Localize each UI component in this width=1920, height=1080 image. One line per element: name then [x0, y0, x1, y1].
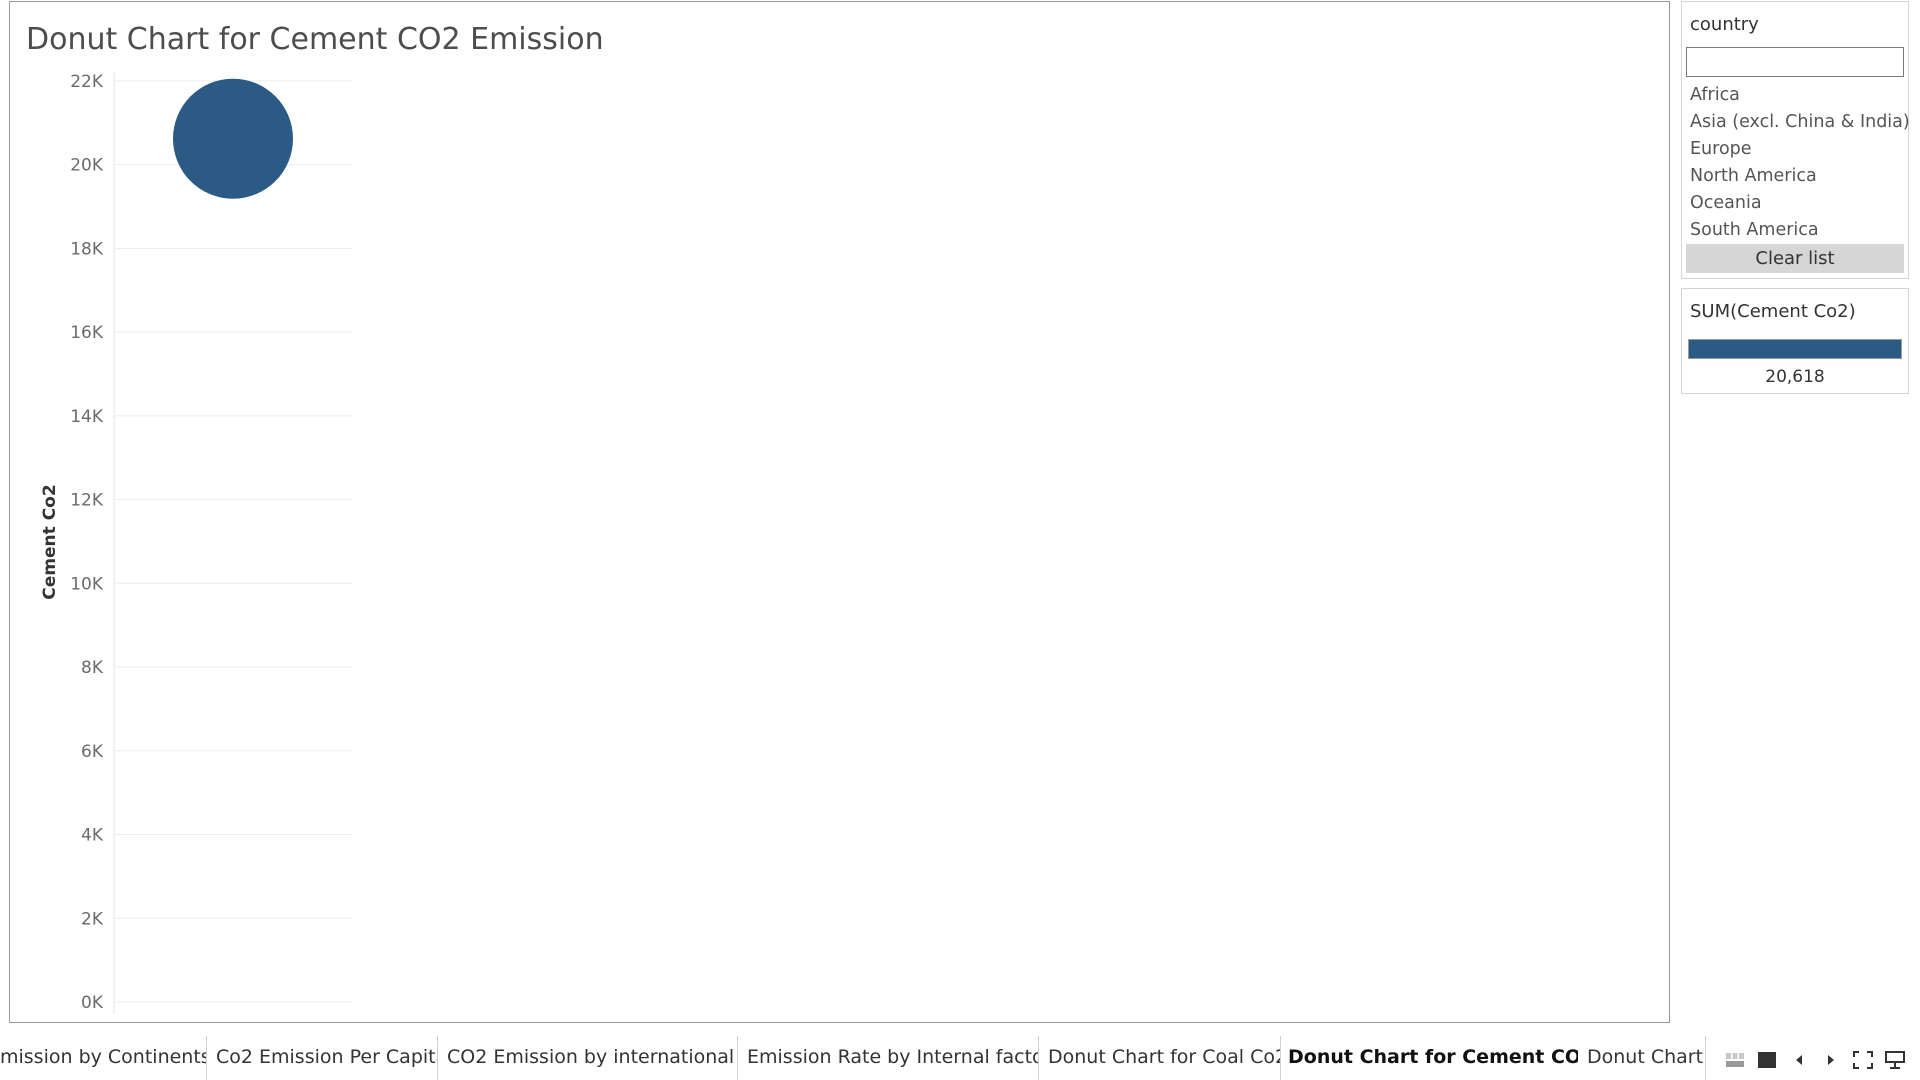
- prev-arrow-icon[interactable]: [1788, 1049, 1810, 1071]
- gridlines: [114, 80, 352, 1003]
- legend-color-swatch: [1688, 339, 1902, 359]
- country-list-item[interactable]: Oceania: [1682, 190, 1908, 217]
- y-tick-label: 10K: [70, 574, 104, 594]
- country-search-input[interactable]: [1686, 47, 1904, 77]
- y-tick-label: 4K: [81, 826, 104, 846]
- y-tick-label: 6K: [81, 742, 104, 762]
- sheet-tab[interactable]: mission by Continents: [0, 1036, 207, 1080]
- tab-controls: [1708, 1040, 1920, 1080]
- sheet-tab-bar: mission by Continents Co2 Emission Per Ca…: [0, 1036, 1706, 1080]
- y-tick-label: 20K: [70, 156, 104, 176]
- legend-value: 20,618: [1765, 367, 1825, 387]
- sheet-tab-active[interactable]: Donut Chart for Cement CO2 E...: [1281, 1036, 1578, 1080]
- data-point[interactable]: [173, 78, 293, 199]
- country-filter-panel: country Africa Asia (excl. China & India)…: [1681, 1, 1910, 279]
- y-tick-label: 16K: [70, 323, 104, 343]
- country-list: Africa Asia (excl. China & India) Europe No…: [1682, 82, 1910, 244]
- y-tick-label: 2K: [81, 909, 104, 929]
- filter-title: country: [1690, 14, 1759, 35]
- next-arrow-icon[interactable]: [1820, 1049, 1842, 1071]
- y-tick-label: 22K: [70, 72, 104, 92]
- country-list-item[interactable]: Africa: [1682, 82, 1908, 109]
- country-list-item[interactable]: North America: [1682, 163, 1908, 190]
- country-list-item[interactable]: South America: [1682, 217, 1908, 244]
- clear-list-button[interactable]: Clear list: [1686, 244, 1904, 273]
- chart-panel: Donut Chart for Cement CO2 Emission 0K 2K…: [9, 1, 1670, 1023]
- y-tick-label: 12K: [70, 491, 104, 511]
- grid-view-icon[interactable]: [1724, 1049, 1746, 1071]
- scatter-chart: 0K 2K 4K 6K 8K 10K 12K 14K 16K 18K 20K 22K Cement C…: [40, 72, 352, 1014]
- presentation-icon[interactable]: [1884, 1049, 1906, 1071]
- y-tick-label: 14K: [70, 407, 104, 427]
- country-list-item[interactable]: Asia (excl. China & India): [1682, 109, 1910, 136]
- filmstrip-icon[interactable]: [1756, 1049, 1778, 1071]
- y-tick-label: 0K: [81, 993, 104, 1013]
- color-legend-panel: SUM(Cement Co2) 20,618: [1681, 288, 1909, 394]
- legend-title: SUM(Cement Co2): [1690, 301, 1856, 322]
- y-tick-label: 8K: [81, 658, 104, 678]
- sheet-tab[interactable]: Emission Rate by Internal factors: [738, 1036, 1039, 1080]
- sheet-tab[interactable]: CO2 Emission by international fa...: [438, 1036, 738, 1080]
- fullscreen-icon[interactable]: [1852, 1049, 1874, 1071]
- y-tick-label: 18K: [70, 239, 104, 259]
- country-list-item[interactable]: Europe: [1682, 136, 1908, 163]
- y-axis-label: Cement Co2: [40, 484, 60, 599]
- sheet-tab[interactable]: Donut Chart for Coal Co2: [1039, 1036, 1281, 1080]
- sheet-tab[interactable]: Co2 Emission Per Capita: [207, 1036, 438, 1080]
- y-axis-ticks: 0K 2K 4K 6K 8K 10K 12K 14K 16K 18K 20K 22K: [70, 72, 104, 1013]
- sheet-tab[interactable]: Donut Chart fo: [1578, 1036, 1706, 1080]
- marks: [173, 78, 293, 199]
